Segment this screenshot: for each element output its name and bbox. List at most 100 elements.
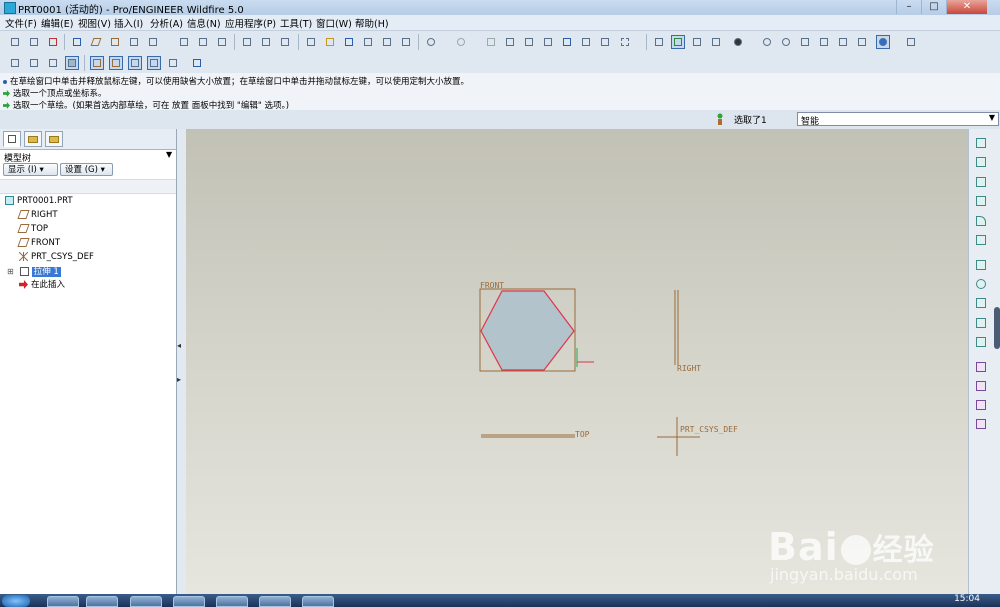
new-icon[interactable] (8, 35, 22, 49)
email-link-icon[interactable] (399, 35, 413, 49)
find-icon[interactable] (579, 35, 593, 49)
chamfer-tool-icon[interactable] (975, 234, 989, 248)
hidden-line-icon[interactable] (27, 56, 41, 70)
saved-views-icon[interactable] (836, 35, 850, 49)
datum-point-tool-icon[interactable] (146, 35, 160, 49)
open-folder-icon[interactable] (323, 35, 337, 49)
vertex-display-icon[interactable] (709, 35, 723, 49)
regenerate-manager-icon[interactable] (598, 35, 612, 49)
layers-icon[interactable] (855, 35, 869, 49)
graphics-window[interactable]: FRONT RIGHT TOP PRT_CSYS_DEF Bai 经验 jingy… (186, 129, 968, 594)
menu-tools[interactable]: 工具(T) (280, 16, 312, 30)
revolve-tool-icon[interactable] (975, 278, 989, 292)
reorient-icon[interactable] (817, 35, 831, 49)
wireframe-icon[interactable] (8, 56, 22, 70)
draft-tool-icon[interactable] (975, 195, 989, 209)
trim-tool-icon[interactable] (975, 399, 989, 413)
paste-icon[interactable] (522, 35, 536, 49)
tree-item-front[interactable]: FRONT (17, 237, 60, 250)
pencil-icon[interactable] (215, 35, 229, 49)
maximize-button[interactable]: □ (921, 0, 946, 14)
taskbar-folder-icon[interactable] (173, 596, 205, 607)
grid-icon[interactable] (690, 35, 704, 49)
point-display-icon[interactable] (278, 35, 292, 49)
close-button[interactable]: ✕ (946, 0, 987, 14)
toolbar-grip[interactable] (994, 307, 1000, 349)
appearance-sphere-icon[interactable] (731, 35, 745, 49)
select-box-icon[interactable] (618, 35, 632, 49)
merge-tool-icon[interactable] (975, 380, 989, 394)
open-window-icon[interactable] (27, 35, 41, 49)
refit-icon[interactable] (798, 35, 812, 49)
expand-right-icon[interactable]: ▸ (177, 375, 181, 384)
tree-item-top[interactable]: TOP (17, 223, 48, 236)
taskbar-app2-icon[interactable] (302, 596, 334, 607)
tree-item-right[interactable]: RIGHT (17, 209, 58, 222)
redo-icon[interactable] (454, 35, 468, 49)
selection-filter-dropdown[interactable]: 智能 ▼ (797, 112, 999, 127)
boundary-blend-icon[interactable] (975, 336, 989, 350)
csys-display-toggle-icon[interactable] (147, 56, 161, 70)
display-style-icon[interactable] (876, 35, 890, 49)
point-display-toggle-icon[interactable] (128, 56, 142, 70)
taskbar-app-icon[interactable] (259, 596, 291, 607)
minimize-button[interactable]: – (896, 0, 921, 14)
taskbar-media-icon[interactable] (86, 596, 118, 607)
tree-item-root[interactable]: PRT0001.PRT (5, 195, 73, 208)
constraints-icon[interactable] (671, 35, 685, 49)
paste-special-icon[interactable] (541, 35, 555, 49)
view-manager-icon[interactable] (904, 35, 918, 49)
cut-icon[interactable] (484, 35, 498, 49)
start-button[interactable] (2, 595, 30, 607)
print-icon[interactable] (361, 35, 375, 49)
sketch-view-icon[interactable] (652, 35, 666, 49)
axis-display-icon[interactable] (259, 35, 273, 49)
menu-edit[interactable]: 编辑(E) (41, 16, 73, 30)
new-file-icon[interactable] (304, 35, 318, 49)
annotation-display-icon[interactable] (166, 56, 180, 70)
menu-insert[interactable]: 插入(I) (114, 16, 143, 30)
extrude-tool-icon[interactable] (975, 259, 989, 273)
tree-item-insert-here[interactable]: 在此插入 (19, 279, 65, 292)
menu-applications[interactable]: 应用程序(P) (225, 16, 276, 30)
settings-menu-button[interactable]: 设置 (G) ▾ (60, 163, 113, 176)
expand-plus-icon[interactable]: ⊞ (7, 265, 14, 278)
datum-display-icon[interactable] (240, 35, 254, 49)
menu-help[interactable]: 帮助(H) (355, 16, 389, 30)
axis-display-toggle-icon[interactable] (109, 56, 123, 70)
blend-tool-icon[interactable] (975, 317, 989, 331)
datum-plane-tool-icon[interactable] (89, 35, 103, 49)
zoom-in-icon[interactable] (760, 35, 774, 49)
shading-icon[interactable] (65, 56, 79, 70)
tree-item-extrude[interactable]: ⊞ 拉伸 1 (7, 265, 61, 278)
datum-axis-tool-icon[interactable] (108, 35, 122, 49)
sketch-icon[interactable] (70, 35, 84, 49)
taskbar-proe-icon[interactable] (216, 596, 248, 607)
datum-curve-tool-icon[interactable] (127, 35, 141, 49)
collapse-left-icon[interactable]: ◂ (177, 341, 181, 350)
variable-sweep-icon[interactable] (975, 297, 989, 311)
shell-tool-icon[interactable] (975, 156, 989, 170)
save-icon[interactable] (342, 35, 356, 49)
tree-menu-chevron-icon[interactable]: ▼ (166, 150, 172, 159)
taskbar-explorer-icon[interactable] (130, 596, 162, 607)
rib-tool-icon[interactable] (975, 176, 989, 190)
pattern-tool-icon[interactable] (975, 418, 989, 432)
csys-tool-icon[interactable] (177, 35, 191, 49)
copy-icon[interactable] (503, 35, 517, 49)
menu-view[interactable]: 视图(V) (78, 16, 111, 30)
no-hidden-icon[interactable] (46, 56, 60, 70)
tab-folder-browser[interactable] (24, 131, 42, 147)
menu-analysis[interactable]: 分析(A) (150, 16, 183, 30)
undo-icon[interactable] (424, 35, 438, 49)
regenerate-icon[interactable] (560, 35, 574, 49)
plane-display-toggle-icon[interactable] (90, 56, 104, 70)
zoom-out-icon[interactable] (779, 35, 793, 49)
menu-window[interactable]: 窗口(W) (316, 16, 352, 30)
taskbar-ie-icon[interactable] (47, 596, 79, 607)
context-help-icon[interactable] (190, 56, 204, 70)
tree-item-csys[interactable]: PRT_CSYS_DEF (19, 251, 94, 264)
close-window-icon[interactable] (46, 35, 60, 49)
email-icon[interactable] (380, 35, 394, 49)
analysis-feature-icon[interactable] (196, 35, 210, 49)
